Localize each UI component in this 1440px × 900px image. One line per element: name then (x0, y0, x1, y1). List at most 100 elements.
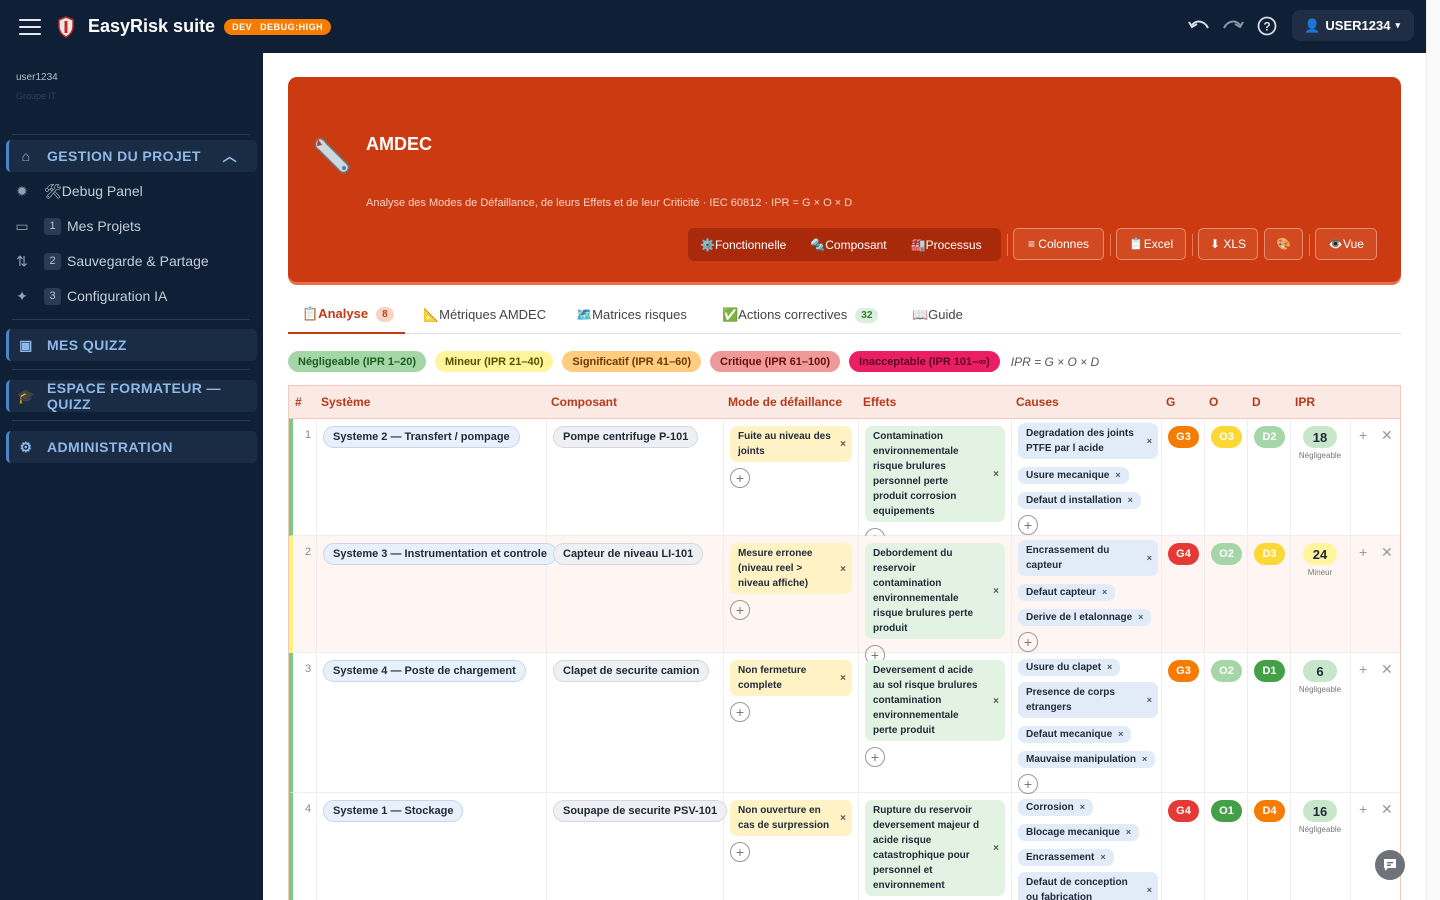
systeme-chip[interactable]: Systeme 1 — Stockage (323, 800, 464, 822)
table-row[interactable]: 2 Systeme 3 — Instrumentation et control… (289, 536, 1400, 665)
remove-icon[interactable]: × (1126, 827, 1131, 837)
gravite-badge[interactable]: G4 (1168, 543, 1199, 565)
gravite-badge[interactable]: G3 (1168, 660, 1199, 682)
tab-actions-correctives[interactable]: ✅Actions correctives 32 (722, 296, 879, 334)
add-cause-button[interactable]: + (1018, 774, 1038, 794)
composant-chip[interactable]: Soupape de securite PSV-101 (553, 800, 728, 822)
header-systeme[interactable]: Système (315, 386, 370, 419)
add-row-icon[interactable]: + (1359, 427, 1367, 443)
occurrence-badge[interactable]: O2 (1211, 543, 1242, 565)
remove-icon[interactable]: × (993, 467, 999, 482)
header-g[interactable]: G (1160, 386, 1175, 419)
remove-icon[interactable]: × (840, 562, 846, 577)
delete-row-icon[interactable]: ✕ (1381, 661, 1393, 678)
sidebar-section-administration[interactable]: ⚙ ADMINISTRATION (6, 431, 257, 463)
gravite-badge[interactable]: G4 (1168, 800, 1199, 822)
cause-tag[interactable]: Derive de l etalonnage × (1018, 609, 1152, 626)
tab-matrices[interactable]: 🗺️Matrices risques (576, 296, 687, 334)
cause-tag[interactable]: Degradation des joints PTFE par l acide × (1018, 423, 1158, 459)
add-cause-button[interactable]: + (1018, 515, 1038, 535)
occurrence-badge[interactable]: O3 (1211, 426, 1242, 448)
systeme-chip[interactable]: Systeme 4 — Poste de chargement (323, 660, 526, 682)
cause-tag[interactable]: Blocage mecanique × (1018, 824, 1140, 841)
remove-icon[interactable]: × (1080, 802, 1085, 812)
legend-mineur[interactable]: Mineur (IPR 21–40) (435, 351, 554, 372)
systeme-chip[interactable]: Systeme 3 — Instrumentation et controle (323, 543, 557, 565)
cause-tag[interactable]: Encrassement du capteur × (1018, 540, 1158, 576)
header-causes[interactable]: Causes (1010, 386, 1059, 419)
delete-row-icon[interactable]: ✕ (1381, 544, 1393, 561)
remove-icon[interactable]: × (1147, 551, 1152, 566)
add-row-icon[interactable]: + (1359, 544, 1367, 560)
vue-button[interactable]: 👁️Vue (1315, 228, 1377, 260)
detection-badge[interactable]: D2 (1254, 426, 1285, 448)
remove-icon[interactable]: × (1138, 612, 1143, 622)
header-ipr[interactable]: IPR (1289, 386, 1315, 419)
add-cause-button[interactable]: + (1018, 632, 1038, 652)
cause-tag[interactable]: Defaut d installation × (1018, 492, 1141, 509)
remove-icon[interactable]: × (1115, 470, 1120, 480)
view-fonctionnelle-button[interactable]: ⚙️Fonctionnelle (688, 228, 798, 261)
legend-significatif[interactable]: Significatif (IPR 41–60) (562, 351, 702, 372)
cause-tag[interactable]: Defaut capteur × (1018, 584, 1116, 601)
legend-inacceptable[interactable]: Inacceptable (IPR 101–∞) (849, 351, 1000, 372)
table-row[interactable]: 4 Systeme 1 — Stockage Soupape de securi… (289, 793, 1400, 900)
header-mode[interactable]: Mode de défaillance (722, 386, 842, 419)
tab-analyse[interactable]: 📋Analyse 8 (288, 296, 405, 334)
sidebar-item-sauvegarde[interactable]: ⇅ 2 Sauvegarde & Partage (0, 245, 263, 277)
add-effet-button[interactable]: + (865, 747, 885, 767)
detection-badge[interactable]: D4 (1254, 800, 1285, 822)
remove-icon[interactable]: × (993, 584, 999, 599)
remove-icon[interactable]: × (993, 694, 999, 709)
header-composant[interactable]: Composant (545, 386, 617, 419)
remove-icon[interactable]: × (993, 841, 999, 856)
sidebar-item-configuration-ia[interactable]: ✦ 3 Configuration IA (0, 280, 263, 312)
chat-bubble-icon[interactable] (1375, 850, 1405, 880)
cause-tag[interactable]: Defaut de conception ou fabrication × (1018, 872, 1158, 900)
composant-chip[interactable]: Clapet de securite camion (553, 660, 710, 682)
tab-metriques[interactable]: 📐Métriques AMDEC (423, 296, 546, 334)
legend-negligeable[interactable]: Négligeable (IPR 1–20) (288, 351, 426, 372)
mode-tag[interactable]: Fuite au niveau des joints × (730, 426, 852, 462)
xls-download-button[interactable]: ⬇ XLS (1198, 228, 1258, 260)
add-row-icon[interactable]: + (1359, 801, 1367, 817)
mode-tag[interactable]: Non fermeture complete × (730, 660, 852, 696)
composant-chip[interactable]: Capteur de niveau LI-101 (553, 543, 704, 565)
remove-icon[interactable]: × (1147, 434, 1152, 449)
sidebar-section-espace-formateur[interactable]: 🎓 ESPACE FORMATEUR — QUIZZ (6, 380, 257, 412)
detection-badge[interactable]: D3 (1254, 543, 1285, 565)
sidebar-section-mes-quizz[interactable]: ▣ MES QUIZZ (6, 329, 257, 361)
gravite-badge[interactable]: G3 (1168, 426, 1199, 448)
cause-tag[interactable]: Mauvaise manipulation × (1018, 751, 1156, 768)
cause-tag[interactable]: Usure mecanique × (1018, 467, 1129, 484)
redo-icon[interactable] (1220, 13, 1246, 39)
sidebar-item-mes-projets[interactable]: ▭ 1 Mes Projets (0, 210, 263, 242)
palette-button[interactable]: 🎨 (1264, 228, 1303, 260)
sidebar-item-debug-panel[interactable]: ✹ 🛠Debug Panel (0, 175, 263, 207)
add-mode-button[interactable]: + (730, 702, 750, 722)
add-mode-button[interactable]: + (730, 600, 750, 620)
cause-tag[interactable]: Usure du clapet × (1018, 659, 1121, 676)
colonnes-button[interactable]: ≡ Colonnes (1013, 228, 1104, 260)
mode-tag[interactable]: Non ouverture en cas de surpression × (730, 800, 852, 836)
cause-tag[interactable]: Encrassement × (1018, 849, 1114, 866)
table-row[interactable]: 3 Systeme 4 — Poste de chargement Clapet… (289, 653, 1400, 794)
table-row[interactable]: 1 Systeme 2 — Transfert / pompage Pompe … (289, 419, 1400, 548)
sidebar-section-gestion-projet[interactable]: ⌂ GESTION DU PROJET ︿ (6, 140, 257, 172)
remove-icon[interactable]: × (840, 437, 846, 452)
add-row-icon[interactable]: + (1359, 661, 1367, 677)
remove-icon[interactable]: × (840, 811, 846, 826)
delete-row-icon[interactable]: ✕ (1381, 427, 1393, 444)
cause-tag[interactable]: Presence de corps etrangers × (1018, 682, 1158, 718)
occurrence-badge[interactable]: O2 (1211, 660, 1242, 682)
cause-tag[interactable]: Corrosion × (1018, 799, 1094, 816)
help-icon[interactable]: ? (1254, 13, 1280, 39)
remove-icon[interactable]: × (1147, 883, 1152, 898)
add-mode-button[interactable]: + (730, 842, 750, 862)
hamburger-menu-icon[interactable] (19, 18, 41, 35)
effet-tag[interactable]: Rupture du reservoir deversement majeur … (865, 800, 1005, 896)
view-processus-button[interactable]: 🏭Processus (899, 228, 994, 261)
remove-icon[interactable]: × (1128, 495, 1133, 505)
effet-tag[interactable]: Debordement du reservoir contamination e… (865, 543, 1005, 639)
legend-critique[interactable]: Critique (IPR 61–100) (710, 351, 841, 372)
